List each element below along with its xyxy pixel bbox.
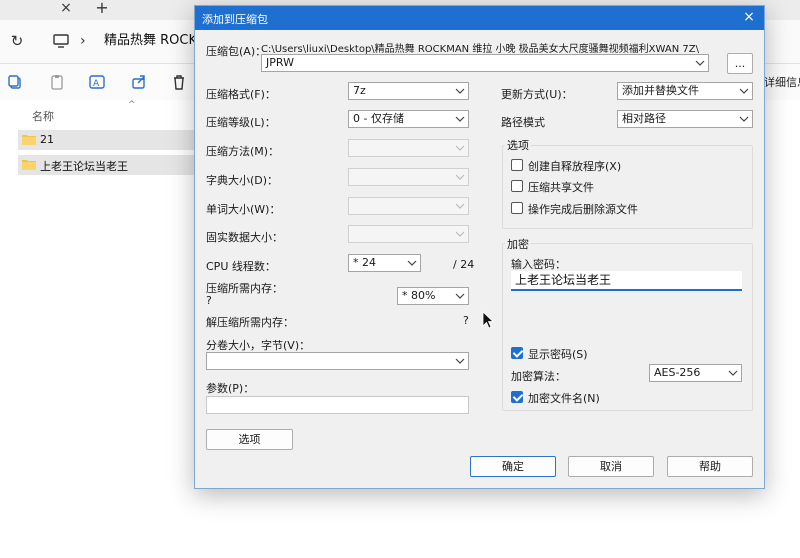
file-row[interactable]: 上老王论坛当老王	[18, 155, 198, 175]
cancel-button[interactable]: 取消	[568, 456, 654, 477]
refresh-icon[interactable]: ↻	[8, 32, 26, 50]
paste-icon[interactable]	[48, 73, 66, 91]
file-name: 上老王论坛当老王	[40, 160, 128, 173]
compress-shared-checkbox[interactable]	[511, 180, 523, 192]
archive-label: 压缩包(A)：	[206, 45, 267, 58]
chevron-down-icon	[407, 260, 417, 266]
file-row[interactable]: 21	[18, 130, 198, 150]
delete-icon[interactable]	[170, 73, 188, 91]
chevron-down-icon	[455, 231, 465, 237]
solid-combo[interactable]	[348, 225, 469, 243]
dialog-titlebar[interactable]: 添加到压缩包 ×	[195, 6, 764, 30]
computer-icon[interactable]	[52, 32, 70, 50]
word-label: 单词大小(W)：	[206, 203, 281, 216]
chevron-down-icon	[455, 174, 465, 180]
options-group-title: 选项	[505, 137, 531, 153]
new-tab-icon[interactable]: +	[94, 0, 110, 16]
chevron-down-icon	[455, 293, 465, 299]
dict-label: 字典大小(D)：	[206, 174, 279, 187]
mouse-pointer-icon	[482, 311, 494, 329]
chevron-down-icon	[455, 358, 465, 364]
update-mode-label: 更新方式(U)：	[501, 88, 573, 101]
close-icon[interactable]: ×	[740, 8, 758, 26]
column-header-name[interactable]: 名称	[32, 108, 54, 124]
update-mode-value: 添加并替换文件	[622, 84, 699, 97]
method-combo[interactable]	[348, 139, 469, 157]
split-size-combo[interactable]	[206, 352, 469, 370]
chevron-down-icon	[739, 116, 749, 122]
format-value: 7z	[353, 84, 366, 97]
chevron-down-icon	[695, 60, 705, 66]
dict-combo[interactable]	[348, 168, 469, 186]
copy-icon[interactable]	[6, 73, 24, 91]
chevron-down-icon	[739, 88, 749, 94]
dialog-title: 添加到压缩包	[202, 13, 268, 26]
archive-name-combo[interactable]: JPRW	[261, 54, 709, 72]
split-label: 分卷大小，字节(V)：	[206, 339, 311, 352]
ok-button[interactable]: 确定	[470, 456, 556, 477]
decompress-memory-value: ?	[463, 314, 469, 327]
options-button[interactable]: 选项	[206, 429, 293, 450]
browse-button[interactable]: ...	[727, 53, 753, 74]
tab-close-icon[interactable]: ×	[58, 0, 74, 16]
memory-combo[interactable]: * 80%	[397, 287, 469, 305]
folder-icon	[22, 160, 36, 170]
chevron-down-icon	[455, 203, 465, 209]
memory-label: 压缩所需内存：	[206, 282, 283, 295]
archive-path: C:\Users\liuxi\Desktop\精品热舞 ROCKMAN 维拉 小…	[261, 44, 699, 55]
cpu-threads-total: / 24	[453, 258, 475, 271]
show-password-checkbox[interactable]	[511, 347, 523, 359]
password-label: 输入密码：	[511, 258, 566, 271]
breadcrumb-separator: ›	[80, 33, 86, 49]
decompress-memory-label: 解压缩所需内存：	[206, 316, 294, 329]
encryption-method-label: 加密算法：	[511, 370, 566, 383]
params-label: 参数(P)：	[206, 382, 255, 395]
file-name: 21	[40, 133, 54, 146]
breadcrumb-current-folder[interactable]: 精品热舞 ROCKMAN	[104, 32, 196, 50]
memory-value: * 80%	[402, 289, 436, 302]
password-input[interactable]: 上老王论坛当老王	[511, 271, 742, 291]
format-label: 压缩格式(F)：	[206, 88, 276, 101]
cpu-label: CPU 线程数：	[206, 260, 276, 273]
create-sfx-label[interactable]: 创建自释放程序(X)	[528, 158, 621, 174]
cpu-threads-combo[interactable]: * 24	[348, 254, 421, 272]
add-to-archive-dialog: 添加到压缩包 × 压缩包(A)： C:\Users\liuxi\Desktop\…	[194, 5, 765, 489]
word-combo[interactable]	[348, 197, 469, 215]
update-mode-combo[interactable]: 添加并替换文件	[617, 82, 753, 100]
folder-icon	[22, 135, 36, 145]
encryption-group-title: 加密	[505, 236, 531, 252]
encryption-method-combo[interactable]: AES-256	[649, 364, 742, 382]
delete-after-label[interactable]: 操作完成后删除源文件	[528, 201, 638, 217]
svg-text:A: A	[93, 79, 100, 89]
share-icon[interactable]	[130, 73, 148, 91]
chevron-down-icon	[455, 145, 465, 151]
encrypt-filenames-label[interactable]: 加密文件名(N)	[528, 390, 600, 406]
details-pane-button[interactable]: 详细信息	[764, 74, 800, 90]
encryption-method-value: AES-256	[654, 366, 701, 379]
format-combo[interactable]: 7z	[348, 82, 469, 100]
level-value: 0 - 仅存储	[353, 112, 404, 125]
method-label: 压缩方法(M)：	[206, 145, 280, 158]
create-sfx-checkbox[interactable]	[511, 159, 523, 171]
chevron-down-icon	[455, 88, 465, 94]
encrypt-filenames-checkbox[interactable]	[511, 391, 523, 403]
memory-value-unknown: ?	[206, 294, 212, 307]
level-label: 压缩等级(L)：	[206, 116, 276, 129]
show-password-label[interactable]: 显示密码(S)	[528, 346, 588, 362]
chevron-down-icon	[455, 116, 465, 122]
params-input[interactable]	[206, 396, 469, 414]
delete-after-checkbox[interactable]	[511, 202, 523, 214]
path-mode-value: 相对路径	[622, 112, 666, 125]
help-button[interactable]: 帮助	[667, 456, 753, 477]
archive-name-value: JPRW	[266, 56, 294, 69]
solid-label: 固实数据大小：	[206, 231, 283, 244]
path-mode-label: 路径模式	[501, 116, 545, 129]
sort-caret-icon: ^	[128, 100, 136, 110]
chevron-down-icon	[728, 370, 738, 376]
level-combo[interactable]: 0 - 仅存储	[348, 110, 469, 128]
compress-shared-label[interactable]: 压缩共享文件	[528, 179, 594, 195]
cpu-threads-value: * 24	[353, 256, 376, 269]
rename-icon[interactable]: A	[88, 73, 106, 91]
path-mode-combo[interactable]: 相对路径	[617, 110, 753, 128]
